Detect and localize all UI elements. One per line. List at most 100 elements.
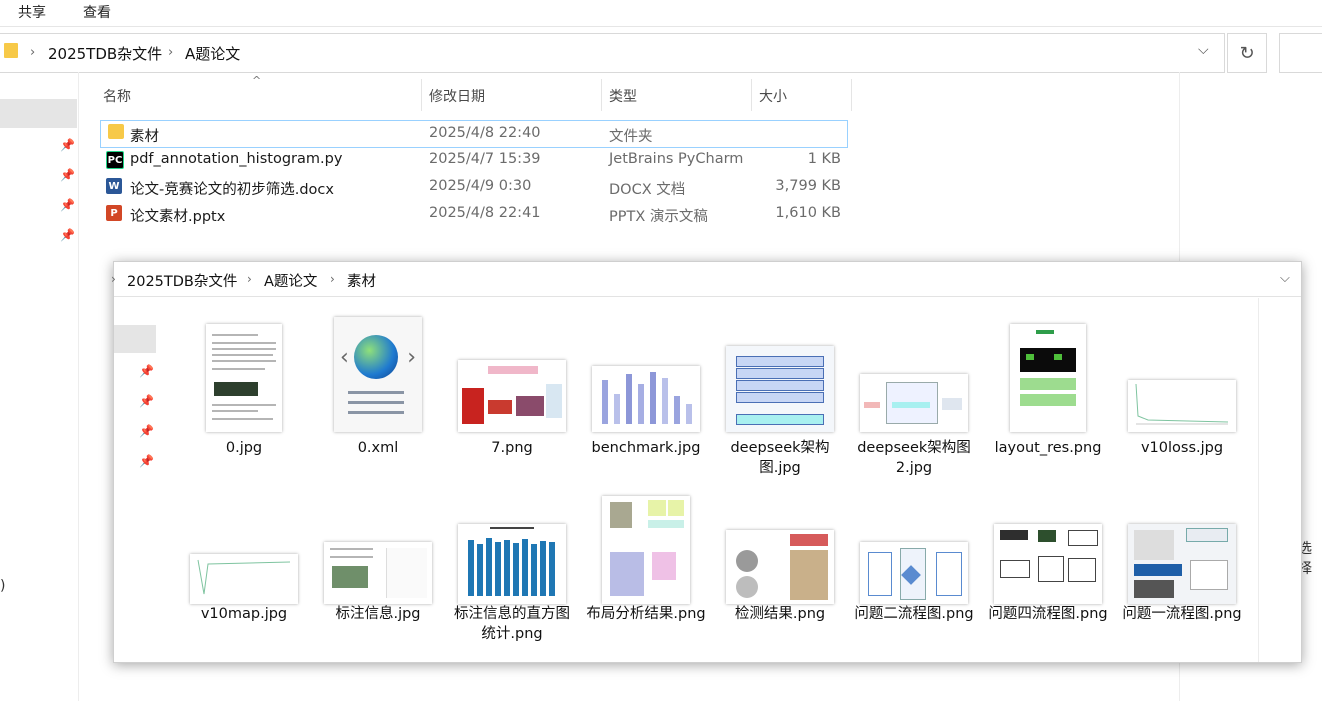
preview-window[interactable]: › 2025TDB杂文件 › A题论文 › 素材 ⌵ 📌 📌 📌 📌 0.jpg	[111, 261, 1302, 663]
ribbon-tab-view[interactable]: 查看	[83, 2, 111, 22]
thumbnail-item[interactable]: deepseek架构图2.jpg	[853, 312, 975, 476]
refresh-icon: ↻	[1239, 42, 1255, 64]
address-bar[interactable]	[0, 33, 1225, 73]
search-input[interactable]	[1279, 33, 1322, 73]
folder-icon	[108, 124, 124, 139]
image-thumbnail	[987, 312, 1109, 432]
image-thumbnail	[853, 484, 975, 604]
file-row[interactable]: 素材 2025/4/8 22:40 文件夹	[100, 120, 848, 148]
thumbnail-item[interactable]: 0.jpg	[183, 312, 305, 472]
pin-icon[interactable]: 📌	[60, 138, 75, 152]
folder-icon	[4, 43, 18, 58]
chevron-right-icon[interactable]: ›	[247, 272, 252, 286]
column-separator[interactable]	[601, 79, 602, 111]
file-row[interactable]: P 论文素材.pptx 2025/4/8 22:41 PPTX 演示文稿 1,6…	[100, 201, 846, 227]
breadcrumb-a-paper[interactable]: A题论文	[185, 43, 240, 64]
column-separator[interactable]	[851, 79, 852, 111]
pin-icon[interactable]: 📌	[60, 198, 75, 212]
refresh-button[interactable]: ↻	[1227, 33, 1267, 73]
thumbnail-item[interactable]: 布局分析结果.png	[585, 484, 707, 654]
column-header-modified[interactable]: 修改日期	[429, 86, 485, 106]
image-thumbnail	[451, 312, 573, 432]
thumbnail-label: v10map.jpg	[200, 606, 288, 622]
nav-selected-item[interactable]	[114, 325, 156, 353]
file-name: pdf_annotation_histogram.py	[130, 151, 343, 167]
thumbnail-item[interactable]: 7.png	[451, 312, 573, 472]
thumbnail-label: 布局分析结果.png	[586, 606, 706, 622]
file-modified: 2025/4/8 22:41	[429, 205, 541, 221]
file-row[interactable]: PC pdf_annotation_histogram.py 2025/4/7 …	[100, 147, 846, 173]
thumbnail-label: layout_res.png	[994, 440, 1102, 456]
ribbon-tab-share[interactable]: 共享	[18, 2, 46, 22]
chevron-right-icon[interactable]: ›	[30, 45, 35, 60]
image-thumbnail	[719, 484, 841, 604]
thumbnail-item[interactable]: 问题一流程图.png	[1121, 484, 1243, 654]
column-separator[interactable]	[751, 79, 752, 111]
breadcrumb-2025tdb[interactable]: 2025TDB杂文件	[127, 270, 237, 291]
chevron-right-icon[interactable]: ›	[168, 45, 173, 60]
window-divider	[114, 296, 1301, 297]
breadcrumb-2025tdb[interactable]: 2025TDB杂文件	[48, 43, 162, 64]
breadcrumb-a-paper[interactable]: A题论文	[264, 270, 317, 291]
image-thumbnail	[853, 312, 975, 432]
chevron-down-icon[interactable]: ⌵	[1198, 42, 1209, 58]
file-size: 3,799 KB	[775, 178, 841, 194]
pin-icon[interactable]: 📌	[139, 454, 154, 468]
thumbnail-label: deepseek架构图2.jpg	[857, 440, 971, 476]
file-type: PPTX 演示文稿	[609, 209, 708, 225]
thumbnail-label: 标注信息.jpg	[335, 606, 421, 622]
pin-icon[interactable]: 📌	[60, 228, 75, 242]
thumbnail-item[interactable]: ‹ › 0.xml	[317, 312, 439, 472]
details-pane-divider	[1258, 298, 1259, 662]
pycharm-icon: PC	[106, 151, 124, 169]
thumbnail-item[interactable]: v10loss.jpg	[1121, 312, 1243, 472]
file-name: 素材	[130, 129, 159, 145]
breadcrumb-material[interactable]: 素材	[347, 270, 376, 291]
column-separator[interactable]	[421, 79, 422, 111]
column-header-size[interactable]: 大小	[759, 86, 787, 106]
image-thumbnail	[183, 312, 305, 432]
file-type: DOCX 文档	[609, 182, 686, 198]
file-name: 论文素材.pptx	[130, 209, 226, 225]
column-header-type[interactable]: 类型	[609, 86, 637, 106]
thumbnail-item[interactable]: 问题二流程图.png	[853, 484, 975, 654]
thumbnail-label: 0.xml	[357, 440, 399, 456]
chevron-right-icon[interactable]: ›	[111, 272, 116, 286]
thumbnail-item[interactable]: benchmark.jpg	[585, 312, 707, 472]
sort-up-icon: ^	[252, 74, 262, 87]
thumbnail-label: v10loss.jpg	[1140, 440, 1224, 456]
thumbnail-item[interactable]: layout_res.png	[987, 312, 1109, 472]
file-name: 论文-竞赛论文的初步筛选.docx	[130, 182, 334, 198]
pin-icon[interactable]: 📌	[139, 364, 154, 378]
image-thumbnail	[1121, 484, 1243, 604]
pin-icon[interactable]: 📌	[60, 168, 75, 182]
pin-icon[interactable]: 📌	[139, 394, 154, 408]
file-row[interactable]: W 论文-竞赛论文的初步筛选.docx 2025/4/9 0:30 DOCX 文…	[100, 174, 846, 200]
image-thumbnail	[1121, 312, 1243, 432]
thumbnail-label: deepseek架构图.jpg	[730, 440, 830, 476]
thumbnail-label: 检测结果.png	[734, 606, 826, 622]
pin-icon[interactable]: 📌	[139, 424, 154, 438]
thumbnail-item[interactable]: v10map.jpg	[183, 484, 305, 654]
thumbnail-item[interactable]: 检测结果.png	[719, 484, 841, 654]
thumbnail-item[interactable]: deepseek架构图.jpg	[719, 312, 841, 476]
thumbnail-label: 问题二流程图.png	[854, 606, 974, 622]
file-type: 文件夹	[609, 129, 653, 145]
thumbnail-label: 0.jpg	[225, 440, 263, 456]
file-type: JetBrains PyCharm	[609, 151, 744, 167]
file-modified: 2025/4/7 15:39	[429, 151, 541, 167]
chevron-right-icon[interactable]: ›	[330, 272, 335, 286]
nav-pane-divider	[78, 72, 79, 701]
nav-selected-item[interactable]	[0, 99, 77, 128]
thumbnail-label: 问题一流程图.png	[1122, 606, 1242, 622]
nav-edge-text: )	[0, 578, 6, 594]
xml-icon: ‹ ›	[317, 312, 439, 432]
chevron-down-icon[interactable]: ⌵	[1280, 271, 1290, 286]
image-thumbnail	[987, 484, 1109, 604]
thumbnail-item[interactable]: 问题四流程图.png	[987, 484, 1109, 654]
thumbnail-item[interactable]: 标注信息的直方图统计.png	[451, 484, 573, 654]
ribbon-divider	[0, 26, 1322, 27]
column-header-name[interactable]: 名称	[103, 86, 131, 106]
image-thumbnail	[585, 312, 707, 432]
thumbnail-item[interactable]: 标注信息.jpg	[317, 484, 439, 654]
